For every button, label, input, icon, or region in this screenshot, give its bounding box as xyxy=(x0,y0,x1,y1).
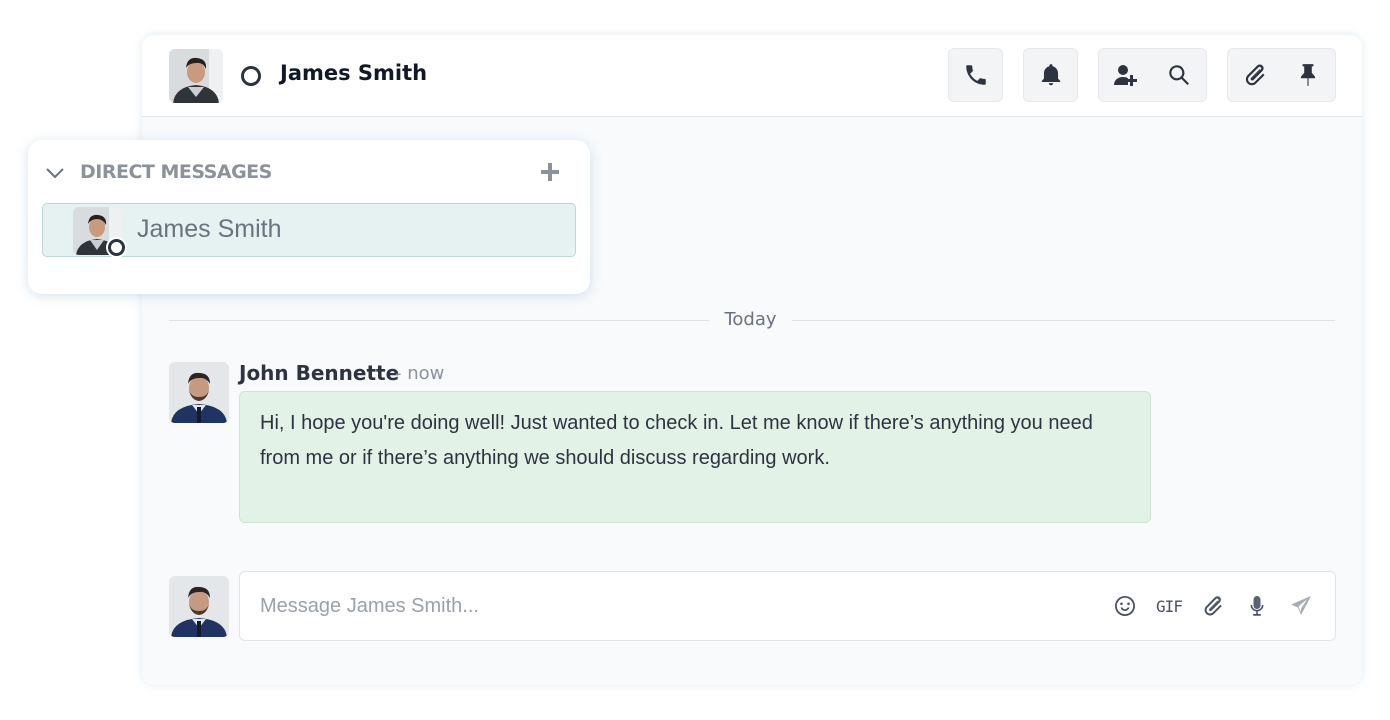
new-message-button[interactable] xyxy=(538,160,562,184)
microphone-icon xyxy=(1250,596,1264,616)
date-divider: Today xyxy=(169,309,1335,333)
search-icon xyxy=(1169,65,1190,85)
paperclip-icon xyxy=(1204,596,1222,616)
dm-item-label: James Smith xyxy=(137,215,282,243)
conversation-title: James Smith xyxy=(280,61,428,85)
status-offline-icon xyxy=(108,239,125,256)
paperclip-icon xyxy=(1245,64,1265,86)
user-plus-icon xyxy=(1113,65,1137,86)
user-search-group xyxy=(1098,48,1207,102)
phone-icon xyxy=(956,55,996,95)
chat-header: James Smith xyxy=(142,35,1362,117)
pin-icon xyxy=(1301,64,1316,86)
message-composer: GIF xyxy=(239,571,1336,641)
section-title[interactable]: DIRECT MESSAGES xyxy=(80,161,272,183)
self-avatar xyxy=(169,576,229,637)
dm-item-james-smith[interactable]: James Smith xyxy=(42,203,576,257)
voice-message-button[interactable] xyxy=(1241,588,1273,624)
send-button[interactable] xyxy=(1285,588,1317,624)
message-input[interactable] xyxy=(240,572,1080,640)
add-user-button[interactable] xyxy=(1106,55,1146,95)
direct-messages-panel: DIRECT MESSAGES James Smith xyxy=(28,140,590,294)
pinned-button[interactable] xyxy=(1288,55,1328,95)
emoji-button[interactable] xyxy=(1109,588,1141,624)
message-timestamp: - now xyxy=(395,363,445,384)
divider-line xyxy=(169,320,709,321)
plus-icon xyxy=(541,163,559,181)
author-avatar[interactable] xyxy=(169,362,229,423)
bell-icon xyxy=(1031,55,1071,95)
composer-tools: GIF xyxy=(1109,588,1317,624)
attachments-button[interactable] xyxy=(1235,55,1275,95)
status-offline-icon xyxy=(241,66,261,86)
send-icon xyxy=(1291,596,1311,615)
attach-file-button[interactable] xyxy=(1197,588,1229,624)
attachments-pins-group xyxy=(1227,48,1336,102)
chat-window: James Smith Today John Bennette - now Hi… xyxy=(142,35,1362,685)
gif-icon: GIF xyxy=(1156,596,1183,616)
contact-avatar[interactable] xyxy=(169,49,223,103)
search-button[interactable] xyxy=(1159,55,1199,95)
divider-line xyxy=(792,320,1335,321)
call-button[interactable] xyxy=(948,48,1003,102)
notifications-button[interactable] xyxy=(1023,48,1078,102)
message-author[interactable]: John Bennette xyxy=(239,361,399,385)
gif-button[interactable]: GIF xyxy=(1153,588,1185,624)
date-label: Today xyxy=(724,309,777,330)
chevron-down-icon[interactable] xyxy=(44,162,66,184)
message-bubble: Hi, I hope you're doing well! Just wante… xyxy=(239,391,1151,523)
emoji-icon xyxy=(1115,596,1135,616)
